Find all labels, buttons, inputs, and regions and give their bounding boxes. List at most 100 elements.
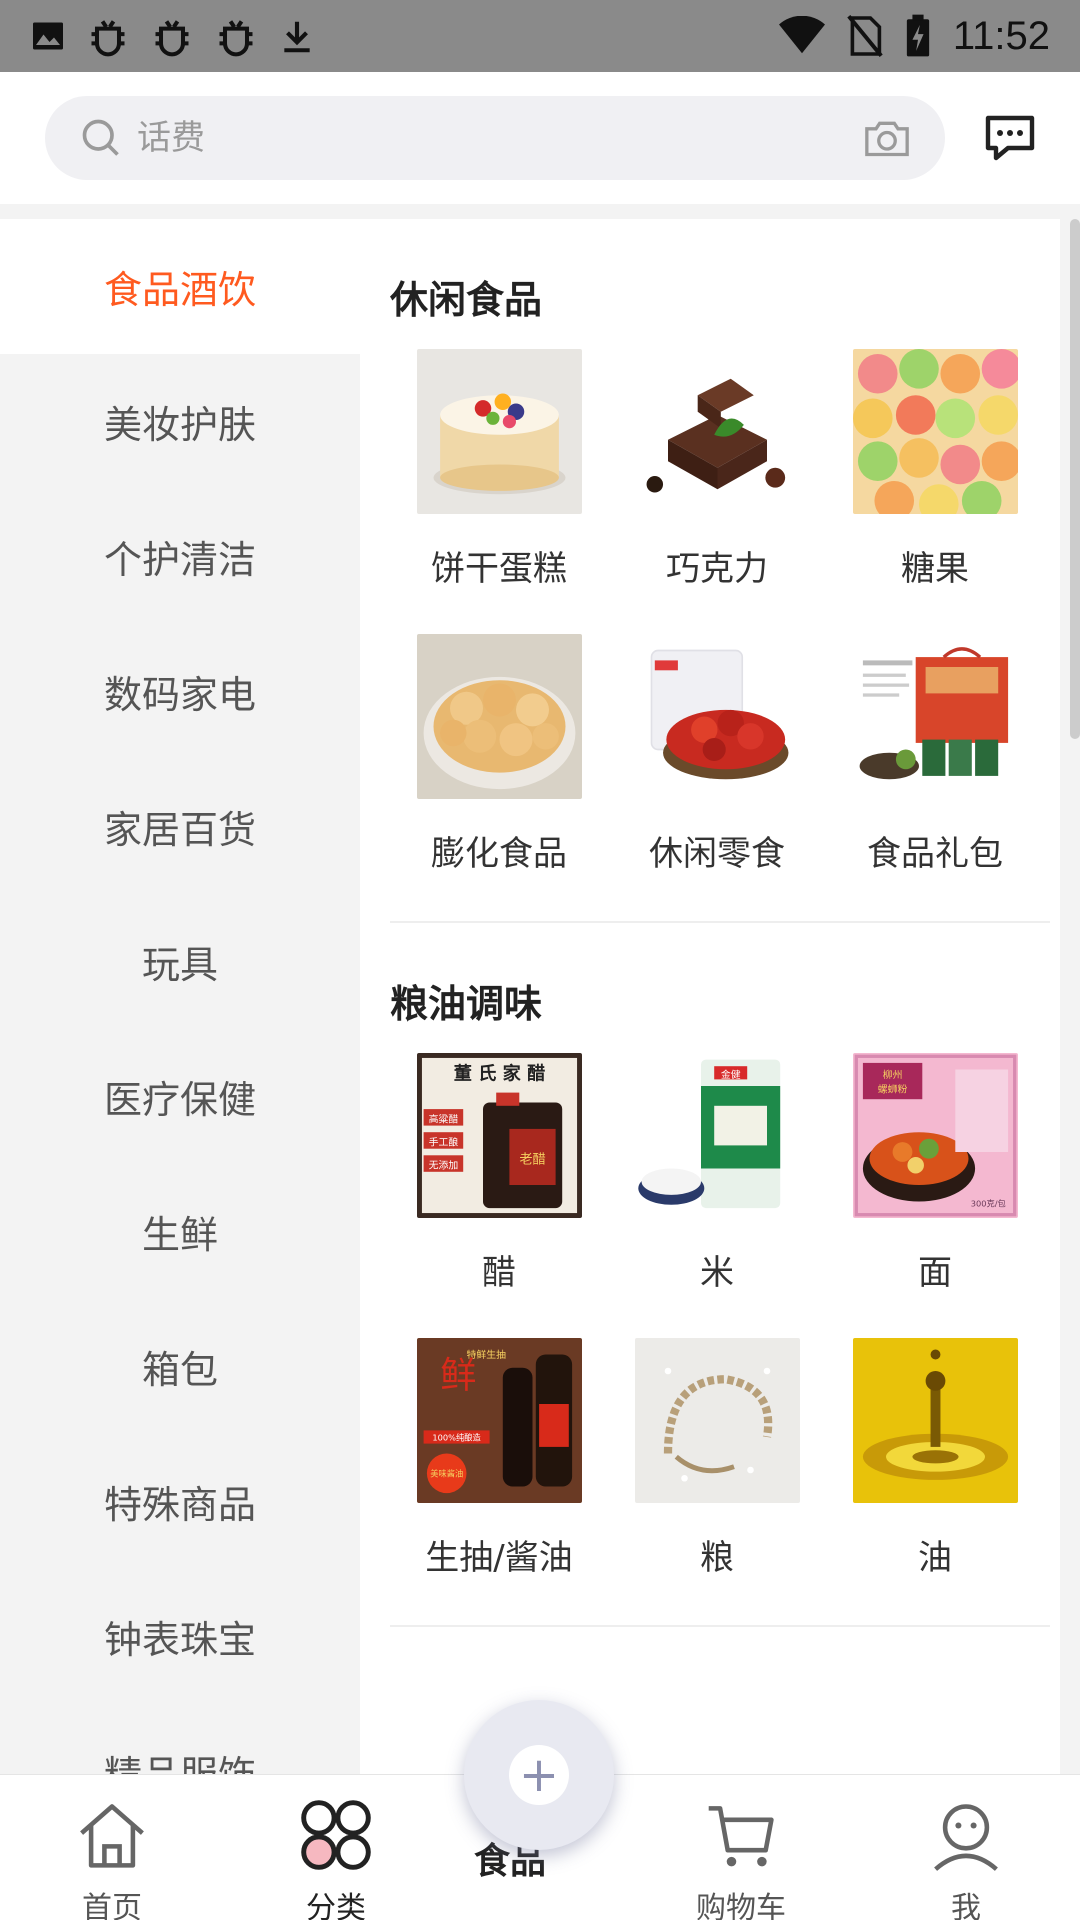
- image-icon: [33, 22, 63, 50]
- section-title: 粮油调味: [390, 982, 543, 1026]
- sidebar-item-label: 数码家电: [103, 673, 256, 717]
- tab-label: 首页: [82, 1891, 142, 1920]
- sidebar-item-home-goods[interactable]: 家居百货: [0, 759, 360, 894]
- noodles-image-text: 柳州: [882, 1068, 902, 1081]
- soy-sauce-image-text: 100%纯酿造: [432, 1432, 480, 1442]
- cake-image: [416, 349, 582, 514]
- subcategory-tile[interactable]: 油: [826, 1338, 1044, 1595]
- status-bar: 11:52: [0, 0, 1080, 72]
- subcategory-tile[interactable]: 饼干蛋糕: [390, 349, 608, 606]
- subcategory-tile[interactable]: 粮: [608, 1338, 826, 1595]
- vinegar-image: 董 氏 家 醋 高粱醋 手工酿 无添加 老醋: [416, 1053, 582, 1218]
- no-sim-icon: [847, 14, 883, 58]
- profile-icon: [934, 1804, 998, 1871]
- cart-icon: [708, 1806, 774, 1867]
- sidebar-item-personal-care[interactable]: 个护清洁: [0, 489, 360, 624]
- section-snacks: 休闲食品 饼干蛋糕 巧克力 糖果 膨化食品 休闲零食 食品礼包: [360, 219, 1060, 891]
- sidebar-item-label: 特殊商品: [103, 1483, 256, 1527]
- subcategory-tile[interactable]: 休闲零食: [608, 634, 826, 891]
- download-icon: [284, 21, 310, 53]
- subcategory-panel: 休闲食品 饼干蛋糕 巧克力 糖果 膨化食品 休闲零食 食品礼包 粮油调味 董 氏…: [360, 219, 1060, 1774]
- sidebar-item-label: 医疗保健: [103, 1078, 256, 1122]
- sidebar-item-fresh[interactable]: 生鲜: [0, 1164, 360, 1299]
- section-title: 休闲食品: [390, 278, 543, 322]
- gift-box-image: [852, 634, 1018, 799]
- tab-cart[interactable]: 购物车: [661, 1797, 821, 1920]
- subcategory-label: 粮: [700, 1538, 734, 1578]
- rice-bag-image-text: 金健: [720, 1068, 740, 1081]
- dried-fruit-image: [634, 634, 800, 799]
- bug-icon: [219, 20, 253, 57]
- category-icon: [301, 1800, 371, 1870]
- sidebar-item-electronics[interactable]: 数码家电: [0, 624, 360, 759]
- sidebar-item-health[interactable]: 医疗保健: [0, 1029, 360, 1164]
- sidebar-item-food-drinks[interactable]: 食品酒饮: [0, 219, 360, 354]
- subcategory-label: 膨化食品: [431, 834, 567, 874]
- bug-icon: [91, 20, 125, 57]
- subcategory-label: 生抽/酱油: [425, 1538, 573, 1578]
- message-icon[interactable]: [984, 112, 1036, 164]
- tab-category[interactable]: 分类: [256, 1797, 416, 1920]
- sidebar-item-watches-jewelry[interactable]: 钟表珠宝: [0, 1569, 360, 1704]
- noodles-image: 柳州 螺蛳粉 300克/包: [852, 1053, 1018, 1218]
- vinegar-image-text: 老醋: [519, 1152, 545, 1168]
- noodles-image-text: 300克/包: [970, 1198, 1005, 1208]
- search-icon: [82, 119, 119, 156]
- subcategory-tile[interactable]: 柳州 螺蛳粉 300克/包 面: [826, 1053, 1044, 1310]
- grain-image: [634, 1338, 800, 1503]
- vinegar-image-text: 无添加: [428, 1159, 458, 1172]
- search-header: [0, 72, 1080, 204]
- search-bar[interactable]: [45, 96, 945, 180]
- sidebar-item-label: 精品服饰: [104, 1744, 256, 1774]
- sidebar-item-label: 生鲜: [141, 1213, 218, 1257]
- sidebar-item-bags[interactable]: 箱包: [0, 1299, 360, 1434]
- sidebar-item-apparel[interactable]: 精品服饰: [0, 1704, 360, 1774]
- subcategory-tile[interactable]: 金健 米: [608, 1053, 826, 1310]
- subcategory-label: 休闲零食: [649, 834, 785, 874]
- section-grain-oil: 粮油调味 董 氏 家 醋 高粱醋 手工酿 无添加 老醋 醋 金健 米 柳州 螺蛳…: [360, 923, 1060, 1595]
- sidebar-item-toys[interactable]: 玩具: [0, 894, 360, 1029]
- subcategory-label: 糖果: [901, 549, 969, 589]
- subcategory-tile[interactable]: 鲜 特鲜生抽 100%纯酿造 美味酱油 生抽/酱油: [390, 1338, 608, 1595]
- subcategory-label: 米: [700, 1253, 734, 1293]
- noodles-image-text: 螺蛳粉: [877, 1083, 907, 1096]
- subcategory-label: 食品礼包: [867, 834, 1003, 874]
- wifi-icon: [778, 16, 825, 54]
- camera-icon[interactable]: [863, 116, 911, 160]
- subcategory-label: 面: [918, 1253, 952, 1293]
- content-scrollbar[interactable]: [1070, 219, 1080, 739]
- tab-label: 我: [951, 1891, 981, 1920]
- sidebar-item-label: 家居百货: [103, 808, 256, 852]
- tab-profile[interactable]: 我: [886, 1797, 1046, 1920]
- vinegar-image-text: 董 氏 家 醋: [453, 1062, 545, 1084]
- subcategory-tile[interactable]: 食品礼包: [826, 634, 1044, 891]
- sidebar-item-label: 钟表珠宝: [103, 1618, 256, 1662]
- add-button[interactable]: +: [464, 1700, 614, 1850]
- soy-sauce-image-text: 美味酱油: [430, 1469, 463, 1479]
- crackers-image: [416, 634, 582, 799]
- sidebar-item-label: 食品酒饮: [103, 268, 256, 312]
- soy-sauce-image: 鲜 特鲜生抽 100%纯酿造 美味酱油: [416, 1338, 582, 1503]
- subcategory-tile[interactable]: 糖果: [826, 349, 1044, 606]
- status-time: 11:52: [952, 13, 1050, 58]
- plus-icon: +: [509, 1745, 569, 1805]
- search-input[interactable]: [137, 110, 837, 166]
- sidebar-item-beauty[interactable]: 美妆护肤: [0, 354, 360, 489]
- subcategory-tile[interactable]: 巧克力: [608, 349, 826, 606]
- subcategory-label: 巧克力: [666, 549, 768, 589]
- candy-image: [852, 349, 1018, 514]
- subcategory-tile[interactable]: 膨化食品: [390, 634, 608, 891]
- subcategory-label: 饼干蛋糕: [431, 549, 567, 589]
- vinegar-image-text: 手工酿: [428, 1135, 458, 1148]
- vinegar-image-text: 高粱醋: [428, 1112, 458, 1125]
- home-icon: [80, 1804, 144, 1868]
- battery-charging-icon: [906, 14, 930, 57]
- oil-image: [852, 1338, 1018, 1503]
- bug-icon: [155, 20, 189, 57]
- subcategory-tile[interactable]: 董 氏 家 醋 高粱醋 手工酿 无添加 老醋 醋: [390, 1053, 608, 1310]
- tab-home[interactable]: 首页: [32, 1797, 192, 1920]
- sidebar-item-label: 玩具: [141, 943, 218, 987]
- sidebar-item-label: 个护清洁: [103, 538, 256, 582]
- sidebar-item-special[interactable]: 特殊商品: [0, 1434, 360, 1569]
- tab-label: 购物车: [696, 1891, 786, 1920]
